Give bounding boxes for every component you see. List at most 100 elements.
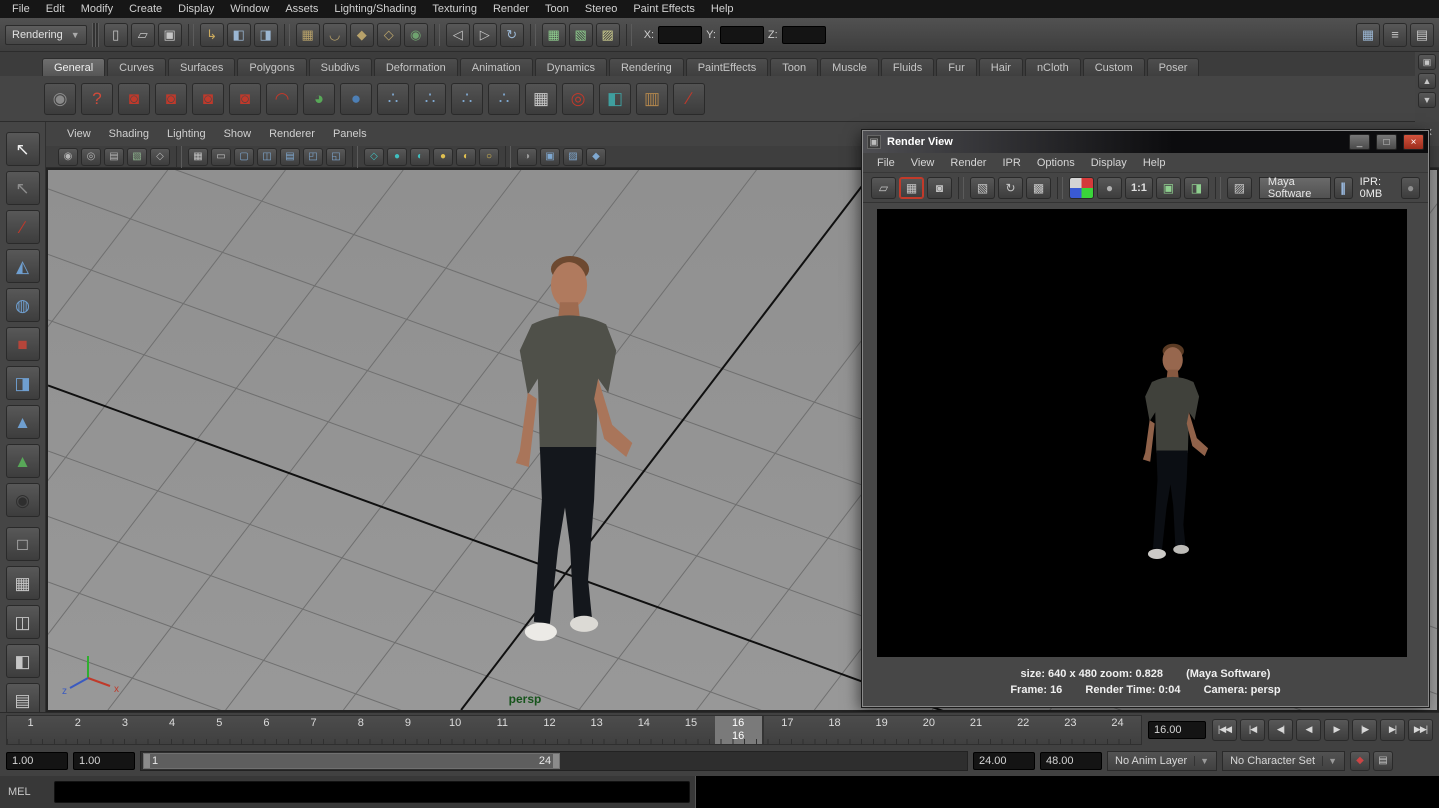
step-forward-key-button[interactable]: |▶ [1352,719,1377,741]
range-slider-bar[interactable]: 1 24 [143,753,560,769]
renderer-dropdown[interactable]: Maya Software [1259,177,1331,199]
range-start-handle[interactable] [144,754,150,768]
animation-preferences-icon[interactable]: ▤ [1373,751,1393,771]
rendered-image[interactable] [877,209,1407,657]
anim-layer-dropdown[interactable]: No Anim Layer ▼ [1107,751,1217,771]
snap-to-view-plane-icon[interactable]: ◇ [377,23,401,47]
layout-single-pane-button[interactable]: □ [6,527,40,561]
soft-select-tool[interactable]: ◭ [6,249,40,283]
panel-layout-icon[interactable]: ▦ [1356,23,1380,47]
animation-start-field[interactable]: 1.00 [6,752,68,770]
step-back-key-button[interactable]: ◀| [1268,719,1293,741]
output-connections-icon[interactable]: ▷ [473,23,497,47]
snap-to-point-icon[interactable]: ◆ [350,23,374,47]
menu-paint-effects[interactable]: Paint Effects [625,3,703,15]
animation-end-field[interactable]: 48.00 [1040,752,1102,770]
lasso-select-tool[interactable]: ↖ [6,171,40,205]
timeline-frame-1[interactable]: 1 [7,716,54,744]
timeline-frame-11[interactable]: 11 [479,716,526,744]
ipr-render-icon[interactable]: ▧ [970,177,995,199]
default-lighting-icon[interactable]: ◐ [456,148,476,166]
sphere-icon[interactable]: ● [340,83,372,115]
toolbar-grip[interactable] [92,23,99,47]
z-input[interactable] [782,26,826,44]
use-all-lights-icon[interactable]: ● [433,148,453,166]
image-plane-icon[interactable]: ▧ [127,148,147,166]
menu-render[interactable]: Render [485,3,537,15]
open-scene-icon[interactable]: ▱ [131,23,155,47]
render-view-menu-ipr[interactable]: IPR [994,157,1028,169]
trash-icon[interactable]: ▣ [1418,54,1436,70]
shelf-tab-ncloth[interactable]: nCloth [1025,58,1081,76]
timeline-frame-14[interactable]: 14 [620,716,667,744]
timeline-frame-9[interactable]: 9 [384,716,431,744]
alpha-channel-icon[interactable]: ● [1097,177,1122,199]
isolate-select-icon[interactable]: ▣ [540,148,560,166]
select-tool[interactable]: ↖ [6,132,40,166]
select-by-component-icon[interactable]: ◨ [254,23,278,47]
command-line-input[interactable] [54,781,690,803]
make-live-icon[interactable]: ◉ [404,23,428,47]
render-view-menu-options[interactable]: Options [1029,157,1083,169]
step-forward-frame-button[interactable]: ▶| [1380,719,1405,741]
keep-image-icon[interactable]: ◨ [1184,177,1209,199]
menu-edit[interactable]: Edit [38,3,73,15]
cube-icon[interactable]: ◧ [599,83,631,115]
ipr-render-icon[interactable]: ▧ [569,23,593,47]
panel-menu-shading[interactable]: Shading [100,128,158,140]
go-to-start-button[interactable]: |◀◀ [1212,719,1237,741]
camera-tool[interactable]: ◉ [6,483,40,517]
grid-icon[interactable]: ▦ [188,148,208,166]
shelf-scroll-down-icon[interactable]: ▼ [1418,92,1436,108]
timeline-frame-3[interactable]: 3 [101,716,148,744]
timeline-frame-7[interactable]: 7 [290,716,337,744]
timeline-frame-19[interactable]: 19 [858,716,905,744]
wireframe-icon[interactable]: ◇ [364,148,384,166]
paint-select-tool[interactable]: ∕ [6,210,40,244]
render-current-frame-icon[interactable]: ▦ [899,177,924,199]
shelf-tab-poser[interactable]: Poser [1147,58,1200,76]
universal-manipulator-tool[interactable]: ◨ [6,366,40,400]
sort-view-icon[interactable]: ▤ [1410,23,1434,47]
select-by-hierarchy-icon[interactable]: ↳ [200,23,224,47]
pin-icon[interactable]: ◎ [562,83,594,115]
timeline-frame-5[interactable]: 5 [196,716,243,744]
current-time-field[interactable]: 16.00 [1148,721,1206,739]
list-operations-icon[interactable]: ≡ [1383,23,1407,47]
render-view-menu-display[interactable]: Display [1083,157,1135,169]
redo-previous-render-icon[interactable]: ↻ [998,177,1023,199]
menu-toon[interactable]: Toon [537,3,577,15]
soft-mod-tool[interactable]: ▲ [6,444,40,478]
snapshot-icon[interactable]: ◙ [927,177,952,199]
shelf-tab-surfaces[interactable]: Surfaces [168,58,235,76]
render-settings-icon[interactable]: ▨ [1227,177,1252,199]
save-scene-icon[interactable]: ▣ [158,23,182,47]
shelf-tab-toon[interactable]: Toon [770,58,818,76]
two-d-pan-zoom-icon[interactable]: ◇ [150,148,170,166]
y-input[interactable] [720,26,764,44]
arrow-sphere-icon[interactable]: ◕ [303,83,335,115]
shelf-tab-polygons[interactable]: Polygons [237,58,306,76]
timeline-frame-12[interactable]: 12 [526,716,573,744]
ipr-region-icon[interactable]: ● [1401,177,1420,199]
timeline-frame-21[interactable]: 21 [952,716,999,744]
safe-action-icon[interactable]: ◰ [303,148,323,166]
maximize-button[interactable]: □ [1376,134,1397,150]
panel-menu-renderer[interactable]: Renderer [260,128,324,140]
play-forwards-button[interactable]: ▶ [1324,719,1349,741]
timeline-ticks[interactable]: 1234567891011121314151616171819202122232… [6,715,1142,745]
timeline-frame-16[interactable]: 1616 [715,716,764,744]
menu-texturing[interactable]: Texturing [424,3,485,15]
timeline-frame-8[interactable]: 8 [337,716,384,744]
shelf-tab-animation[interactable]: Animation [460,58,533,76]
resolution-gate-icon[interactable]: ▢ [234,148,254,166]
graph-icon[interactable]: ▦ [525,83,557,115]
shelf-tab-subdivs[interactable]: Subdivs [309,58,372,76]
panel-menu-panels[interactable]: Panels [324,128,376,140]
swoosh-icon[interactable]: ◠ [266,83,298,115]
shelf-tab-custom[interactable]: Custom [1083,58,1145,76]
timeline-frame-22[interactable]: 22 [1000,716,1047,744]
node-network-icon-4[interactable]: ∴ [488,83,520,115]
film-reel-icon[interactable]: ◉ [44,83,76,115]
timeline-frame-23[interactable]: 23 [1047,716,1094,744]
